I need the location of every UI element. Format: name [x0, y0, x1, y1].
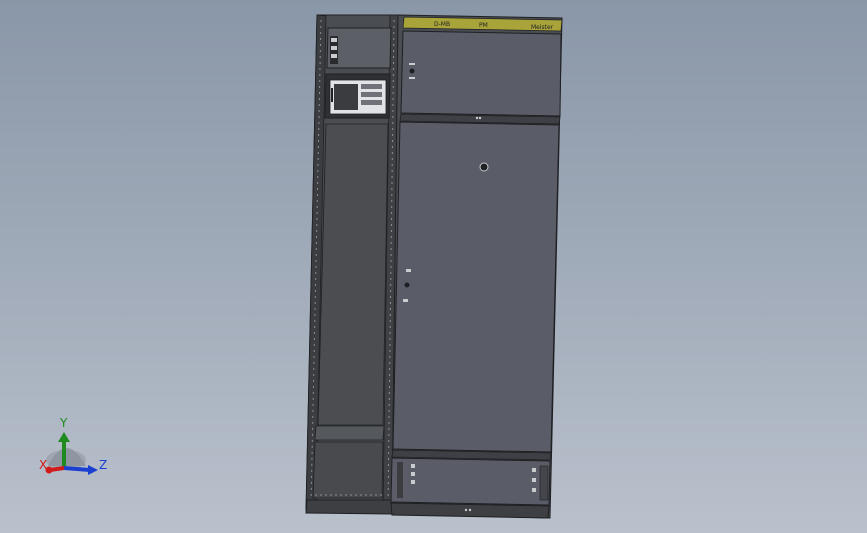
upper-door[interactable] [400, 30, 562, 117]
z-axis-label: Z [99, 458, 107, 472]
nameplate-label-1: D-MB [434, 21, 450, 28]
bottom-compartment [312, 425, 385, 499]
main-door-lock-icon[interactable] [404, 282, 410, 288]
top-instrument-box [326, 27, 392, 69]
model-viewport[interactable]: D-MB PM Meister Y Z X [0, 0, 867, 533]
meter-panel [324, 73, 391, 119]
main-door[interactable] [392, 121, 560, 453]
left-section [305, 14, 399, 515]
right-section: D-MB PM Meister [390, 14, 563, 519]
z-axis-arrow [63, 466, 91, 472]
nameplate-label-2: PM [479, 22, 488, 29]
lower-drawer[interactable] [390, 457, 551, 506]
main-door-handle-icon[interactable] [479, 162, 489, 172]
y-axis-label: Y [59, 416, 68, 430]
nameplate-label-3: Meister [531, 24, 554, 31]
orientation-triad: Y Z X [39, 416, 107, 475]
cabinet-model[interactable]: D-MB PM Meister [305, 14, 563, 519]
upper-door-lock-icon[interactable] [409, 68, 415, 74]
x-axis-label: X [39, 458, 47, 472]
